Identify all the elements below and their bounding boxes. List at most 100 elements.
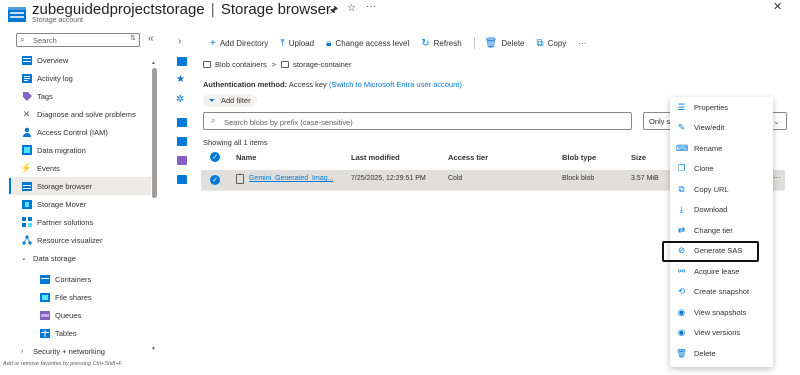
delete-button[interactable]: 🗑︎ Delete	[485, 38, 525, 49]
upload-button[interactable]: ⤒ Upload	[280, 38, 314, 49]
breadcrumb: Blob containers > storage-container	[203, 60, 351, 69]
tables-icon[interactable]	[177, 137, 187, 146]
button-label: Copy	[547, 38, 567, 48]
button-label: Delete	[501, 38, 525, 48]
auth-label: Authentication method:	[203, 80, 288, 89]
queues-icon[interactable]	[177, 156, 187, 165]
column-header-size[interactable]: Size	[631, 153, 646, 162]
sidebar-group-data-storage[interactable]: ⌄ Data storage	[9, 249, 151, 267]
select-all-checkbox[interactable]: ✓	[210, 152, 220, 162]
sidebar-item-tags[interactable]: Tags	[9, 87, 151, 105]
switch-auth-link[interactable]: (Switch to Microsoft Entra user account)	[329, 80, 462, 89]
scroll-down-icon[interactable]: ▼	[151, 346, 156, 352]
menu-item-label: View snapshots	[694, 307, 747, 317]
row-checkbox[interactable]: ✓	[210, 175, 220, 185]
sort-icon[interactable]: ⇅	[130, 34, 136, 42]
menu-item-view-snapshots[interactable]: ◉ View snapshots	[670, 303, 773, 321]
row-more-icon[interactable]: ···	[773, 173, 781, 182]
sidebar-item-label: Diagnose and solve problems	[37, 109, 136, 119]
menu-item-label: Copy URL	[694, 184, 729, 194]
sidebar-item-partner-solutions[interactable]: Partner solutions	[9, 213, 151, 231]
lightning-icon: ⚡	[20, 162, 33, 173]
expand-rail-icon[interactable]: ›	[178, 36, 181, 47]
menu-item-copy-url[interactable]: ⧉ Copy URL	[670, 180, 773, 198]
menu-item-label: View/edit	[694, 123, 725, 132]
menu-item-properties[interactable]: ☰ Properties	[670, 98, 773, 116]
favorites-icon[interactable]: ★	[176, 74, 185, 85]
more-icon[interactable]: ···	[366, 1, 376, 12]
column-header-last-modified[interactable]: Last modified	[351, 153, 400, 162]
toolbar-divider	[473, 37, 475, 49]
cell-size: 3.57 MiB	[631, 175, 659, 182]
sidebar-item-label: Activity log	[37, 73, 73, 83]
menu-item-delete[interactable]: 🗑︎ Delete	[670, 344, 773, 362]
collapse-sidebar-icon[interactable]: «	[148, 33, 154, 44]
overview-icon	[21, 55, 32, 66]
sidebar-item-storage-mover[interactable]: Storage Mover	[9, 195, 151, 213]
more-commands-button[interactable]: ···	[578, 39, 586, 48]
sidebar-scrollbar[interactable]	[152, 68, 157, 198]
sidebar-item-label: Resource visualizer	[37, 235, 103, 245]
scroll-up-icon[interactable]: ▲	[151, 60, 156, 66]
sidebar-item-queues[interactable]: Queues	[9, 306, 151, 324]
edit-icon: ✎	[677, 122, 686, 132]
copy-button[interactable]: ⧉ Copy	[536, 38, 566, 49]
column-header-access-tier[interactable]: Access tier	[448, 153, 488, 162]
sidebar-item-iam[interactable]: Access Control (IAM)	[9, 123, 151, 141]
menu-item-view-versions[interactable]: ◉ View versions	[670, 324, 773, 342]
trash-icon: 🗑︎	[484, 37, 498, 49]
sidebar-item-activity-log[interactable]: Activity log	[9, 69, 151, 87]
sidebar-item-label: Events	[37, 163, 60, 173]
button-label: Refresh	[433, 38, 462, 48]
sidebar-item-label: Queues	[55, 310, 82, 320]
blob-containers-icon[interactable]	[177, 57, 187, 66]
menu-item-clone[interactable]: ❐ Clone	[670, 160, 773, 178]
sidebar-item-diagnose[interactable]: ✕ Diagnose and solve problems	[9, 105, 151, 123]
refresh-button[interactable]: ↻ Refresh	[421, 38, 461, 49]
menu-item-label: Create snapshot	[694, 287, 750, 296]
blob-name-link[interactable]: Gemini_Generated_Imag...	[249, 175, 333, 182]
sidebar-item-tables[interactable]: Tables	[9, 324, 151, 342]
add-directory-button[interactable]: + Add Directory	[210, 38, 268, 49]
menu-item-rename[interactable]: ⌨ Rename	[670, 139, 773, 157]
gear-icon[interactable]: ✲	[176, 94, 184, 105]
change-access-level-button[interactable]: 🔒︎ Change access level	[326, 38, 409, 49]
clone-icon: ❐	[677, 163, 686, 173]
sidebar-item-resource-visualizer[interactable]: Resource visualizer	[9, 231, 151, 249]
sidebar-item-file-shares[interactable]: File shares	[9, 288, 151, 306]
sidebar-group-label: Security + networking	[33, 346, 105, 356]
breadcrumb-root[interactable]: Blob containers	[215, 60, 267, 69]
view-icon: ◉	[677, 327, 686, 337]
storage-icon[interactable]	[177, 175, 187, 184]
menu-item-acquire-lease[interactable]: ⚯ Acquire lease	[670, 262, 773, 280]
menu-item-change-tier[interactable]: ⇄ Change tier	[670, 221, 773, 239]
only-show-dropdown[interactable]: Only sh	[643, 112, 673, 130]
pin-icon[interactable]: 🖈︎	[329, 3, 338, 20]
change-tier-icon: ⇄	[677, 224, 686, 235]
breadcrumb-container[interactable]: storage-container	[293, 60, 351, 69]
menu-item-view-edit[interactable]: ✎ View/edit	[670, 119, 773, 137]
visualizer-icon	[21, 235, 32, 246]
sidebar-item-containers[interactable]: Containers	[9, 270, 151, 288]
sidebar-item-data-migration[interactable]: Data migration	[9, 141, 151, 159]
sidebar-item-events[interactable]: ⚡ Events	[9, 159, 151, 177]
people-icon	[21, 127, 32, 138]
search-icon: ⌕	[211, 116, 216, 125]
column-header-blob-type[interactable]: Blob type	[562, 153, 596, 162]
star-icon[interactable]: ☆	[347, 3, 356, 14]
view-icon: ◉	[677, 306, 686, 317]
snapshot-icon: ⟲	[677, 286, 686, 296]
sidebar-item-storage-browser[interactable]: Storage browser	[9, 177, 151, 195]
item-count: Showing all 1 items	[203, 138, 268, 147]
sidebar-search-input[interactable]: ⌕ Search	[16, 33, 140, 47]
file-shares-icon[interactable]	[177, 118, 187, 127]
close-icon[interactable]: ✕	[773, 0, 782, 13]
blob-search-input[interactable]: ⌕ Search blobs by prefix (case-sensitive…	[203, 112, 632, 130]
button-label: Add filter	[221, 96, 251, 105]
sidebar-group-security-networking[interactable]: › Security + networking	[9, 342, 151, 360]
column-header-name[interactable]: Name	[236, 153, 256, 162]
add-filter-button[interactable]: ⏷ Add filter	[203, 94, 257, 107]
menu-item-download[interactable]: ⤓ Download	[670, 201, 773, 219]
sidebar-item-overview[interactable]: Overview	[9, 51, 151, 69]
menu-item-create-snapshot[interactable]: ⟲ Create snapshot	[670, 283, 773, 301]
